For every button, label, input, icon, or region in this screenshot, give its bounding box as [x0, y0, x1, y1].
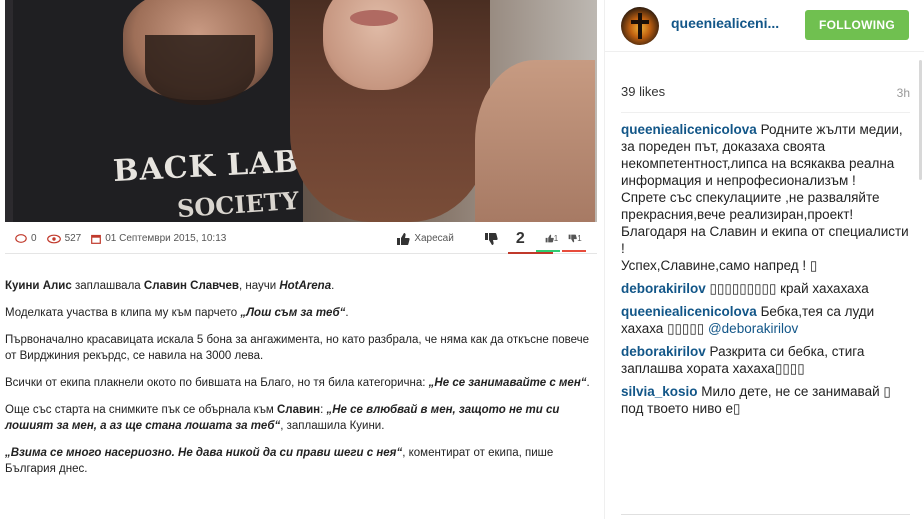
comment-username[interactable]: silvia_kosio — [621, 384, 698, 399]
down-votes: 1 — [568, 234, 582, 243]
small-thumbs-up-icon — [545, 234, 554, 243]
views-count: 527 — [64, 233, 82, 244]
article-text-run: заплашвала — [71, 280, 144, 292]
article-text-run: . — [331, 280, 335, 292]
article-panel: BACK LABEL SOCIETY 0 527 01 Септември 20… — [0, 0, 604, 519]
profile-username[interactable]: queeniealiceni... — [671, 15, 779, 31]
comment-item: queeniealicenicolova Родните жълти медии… — [621, 121, 913, 274]
instagram-sidebar: queeniealiceni... FOLLOWING 39 likes 3h … — [604, 0, 924, 519]
like-label: Харесай — [414, 233, 454, 244]
article-text-run: HotArena — [279, 280, 332, 292]
eye-icon — [46, 234, 61, 243]
article-text-run: , научи — [238, 280, 280, 292]
vote-total: 2 — [507, 229, 553, 254]
avatar[interactable] — [621, 7, 659, 45]
calendar-icon — [91, 234, 102, 244]
photo-shoulder — [475, 60, 595, 222]
scrollbar[interactable] — [919, 60, 922, 180]
small-thumbs-down-icon — [568, 234, 577, 243]
comment-item: deborakirilov Разкрита си бебка, стига з… — [621, 343, 913, 377]
comment-text: ▯▯▯▯▯▯▯▯▯ край хахахаха — [705, 281, 869, 296]
post-age: 3h — [896, 86, 910, 100]
article-text-run: Първоначално красавицата искала 5 бона з… — [5, 334, 589, 362]
article-text-run: Още със старта на снимките пък се обърна… — [5, 404, 277, 416]
comment-item: queeniealicenicolova Бебка,тея са луди х… — [621, 303, 913, 337]
comment-text: Родните жълти медии, за пореден път, док… — [621, 122, 909, 273]
views-stat: 527 — [46, 233, 82, 244]
down-vote-bar — [562, 250, 586, 252]
article-paragraph: Моделката участва в клипа му към парчето… — [5, 305, 599, 321]
thumbs-up-icon — [397, 232, 410, 245]
comment-username[interactable]: deborakirilov — [621, 281, 706, 296]
dislike-button[interactable] — [484, 232, 502, 246]
article-text-run: „Взима се много насериозно. Не дава нико… — [5, 447, 403, 459]
comments-stat[interactable]: 0 — [15, 233, 37, 244]
article-paragraph: Всички от екипа плакнели окото по бившат… — [5, 375, 599, 391]
article-text-run: . — [345, 307, 349, 319]
down-votes-count: 1 — [577, 234, 582, 243]
photo-lips — [350, 10, 398, 26]
post-photo: BACK LABEL SOCIETY — [5, 0, 597, 222]
up-votes: 1 — [545, 234, 558, 243]
comment-mention[interactable]: @deborakirilov — [708, 321, 798, 336]
article-paragraph: Първоначално красавицата искала 5 бона з… — [5, 332, 599, 364]
article-text-run: Куини Алис — [5, 280, 72, 292]
article-text-run: , заплашила Куини. — [280, 420, 385, 432]
post-stats-bar: 0 527 01 Септември 2015, 10:13 Харесай 2… — [5, 224, 597, 254]
photo-beard — [145, 35, 255, 105]
article-paragraph: Още със старта на снимките пък се обърна… — [5, 402, 599, 434]
comment-username[interactable]: queeniealicenicolova — [621, 122, 757, 137]
article-text-run: Славин Славчев — [143, 280, 239, 292]
following-button[interactable]: FOLLOWING — [805, 10, 909, 40]
article-text-run: Славин — [277, 404, 321, 416]
likes-count[interactable]: 39 likes — [621, 84, 665, 99]
comments-count: 0 — [31, 233, 37, 244]
comments-list: queeniealicenicolova Родните жълти медии… — [621, 121, 913, 423]
comment-bubble-icon — [15, 233, 27, 243]
comment-username[interactable]: deborakirilov — [621, 344, 706, 359]
article-text-run: „Не се занимавайте с мен“ — [428, 377, 587, 389]
up-votes-count: 1 — [553, 234, 559, 243]
instagram-header: queeniealiceni... FOLLOWING — [605, 0, 924, 52]
date-stat: 01 Септември 2015, 10:13 — [91, 233, 226, 244]
footer-divider — [621, 514, 910, 515]
article-paragraph: Куини Алис заплашвала Славин Славчев, на… — [5, 278, 599, 294]
comment-item: deborakirilov ▯▯▯▯▯▯▯▯▯ край хахахаха — [621, 280, 913, 297]
article-text-run: Всички от екипа плакнели окото по бившат… — [5, 377, 429, 389]
up-vote-bar — [536, 250, 560, 252]
article-text-run: „Лош съм за теб“ — [240, 307, 346, 319]
article-text-run: Моделката участва в клипа му към парчето — [5, 307, 241, 319]
article-paragraph: „Взима се много насериозно. Не дава нико… — [5, 445, 599, 477]
article-body: Куини Алис заплашвала Славин Славчев, на… — [5, 278, 599, 488]
thumbs-down-icon — [484, 232, 498, 245]
article-text-run: . — [586, 377, 590, 389]
comment-item: silvia_kosio Мило дете, не се занимавай … — [621, 383, 913, 417]
like-button[interactable]: Харесай — [396, 232, 454, 246]
divider — [621, 112, 910, 113]
post-date: 01 Септември 2015, 10:13 — [105, 233, 227, 244]
comment-username[interactable]: queeniealicenicolova — [621, 304, 757, 319]
